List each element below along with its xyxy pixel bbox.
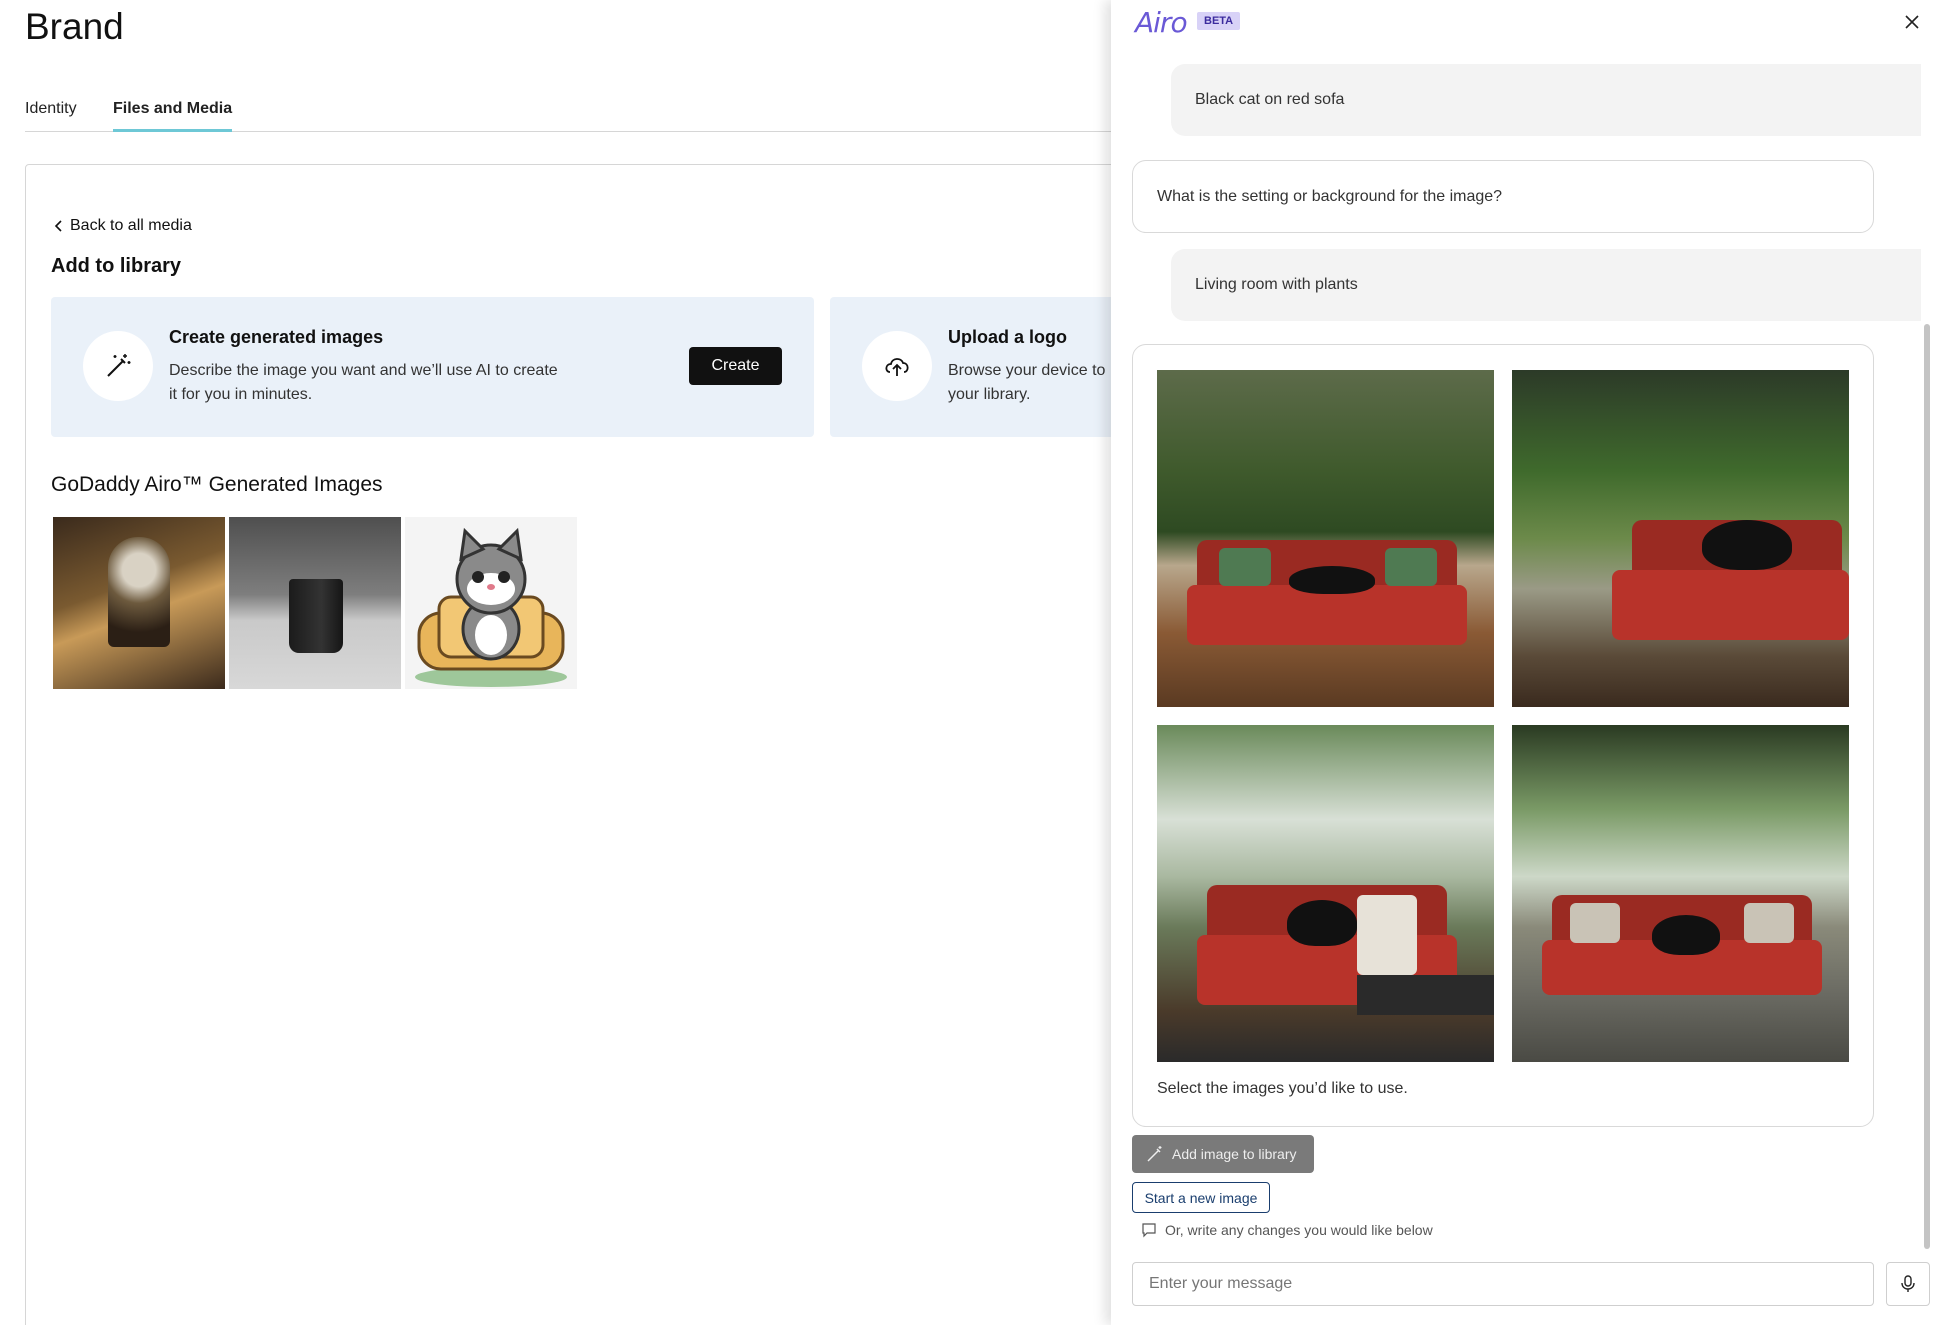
airo-assistant-panel: Airo BETA Black cat on red sofa What is … [1111,0,1936,1325]
image-option[interactable] [1512,370,1849,707]
create-card-description: Describe the image you want and we’ll us… [169,362,558,403]
generated-image-thumbnail[interactable] [229,517,401,689]
add-image-label: Add image to library [1172,1146,1297,1162]
assistant-message: What is the setting or background for th… [1132,160,1874,233]
close-button[interactable] [1900,10,1924,34]
image-option[interactable] [1157,370,1494,707]
add-image-to-library-button[interactable]: Add image to library [1132,1135,1314,1173]
image-option[interactable] [1512,725,1849,1062]
magic-wand-icon [1147,1146,1162,1162]
generated-image-results: Select the images you’d like to use. [1132,344,1874,1127]
create-generated-images-card: Create generated images Describe the ima… [51,297,814,437]
create-icon-circle [83,331,153,401]
microphone-icon [1901,1275,1915,1292]
image-option[interactable] [1157,725,1494,1062]
page-title: Brand [25,6,124,47]
beta-badge: BETA [1197,12,1241,30]
close-icon [1905,15,1919,29]
tab-bar: Identity Files and Media [25,96,1115,132]
upload-card-title: Upload a logo [948,327,1067,347]
generated-images-title: GoDaddy Airo™ Generated Images [51,473,383,496]
user-message: Black cat on red sofa [1171,64,1921,136]
cloud-upload-icon [885,358,909,376]
chat-scrollbar[interactable] [1924,324,1930,1249]
generated-image-thumbnail[interactable] [405,517,577,689]
upload-card-description: Browse your device to your library. [948,362,1106,403]
changes-hint: Or, write any changes you would like bel… [1141,1222,1433,1238]
airo-logo: Airo [1135,6,1188,39]
back-to-all-media-link[interactable]: Back to all media [54,217,192,235]
image-options-grid [1157,370,1849,1062]
add-to-library-title: Add to library [51,255,182,277]
chat-bubble-icon [1142,1223,1156,1238]
generated-images-grid [53,517,577,689]
hint-text: Or, write any changes you would like bel… [1165,1222,1433,1238]
chat-history[interactable]: Black cat on red sofa What is the settin… [1111,64,1921,1249]
create-button[interactable]: Create [689,347,782,385]
media-content-panel: Back to all media Add to library Create … [25,164,1230,1325]
microphone-button[interactable] [1886,1262,1930,1306]
magic-wand-icon [107,354,131,377]
tab-files-and-media[interactable]: Files and Media [113,100,233,132]
generated-image-thumbnail[interactable] [53,517,225,689]
start-new-image-button[interactable]: Start a new image [1132,1182,1270,1213]
back-link-label: Back to all media [70,217,192,234]
message-input[interactable] [1132,1262,1874,1306]
upload-icon-circle [862,331,932,401]
user-message: Living room with plants [1171,249,1921,321]
select-images-prompt: Select the images you’d like to use. [1157,1080,1408,1097]
create-card-title: Create generated images [169,327,384,347]
tab-identity[interactable]: Identity [25,100,77,132]
chevron-left-icon [54,220,62,232]
